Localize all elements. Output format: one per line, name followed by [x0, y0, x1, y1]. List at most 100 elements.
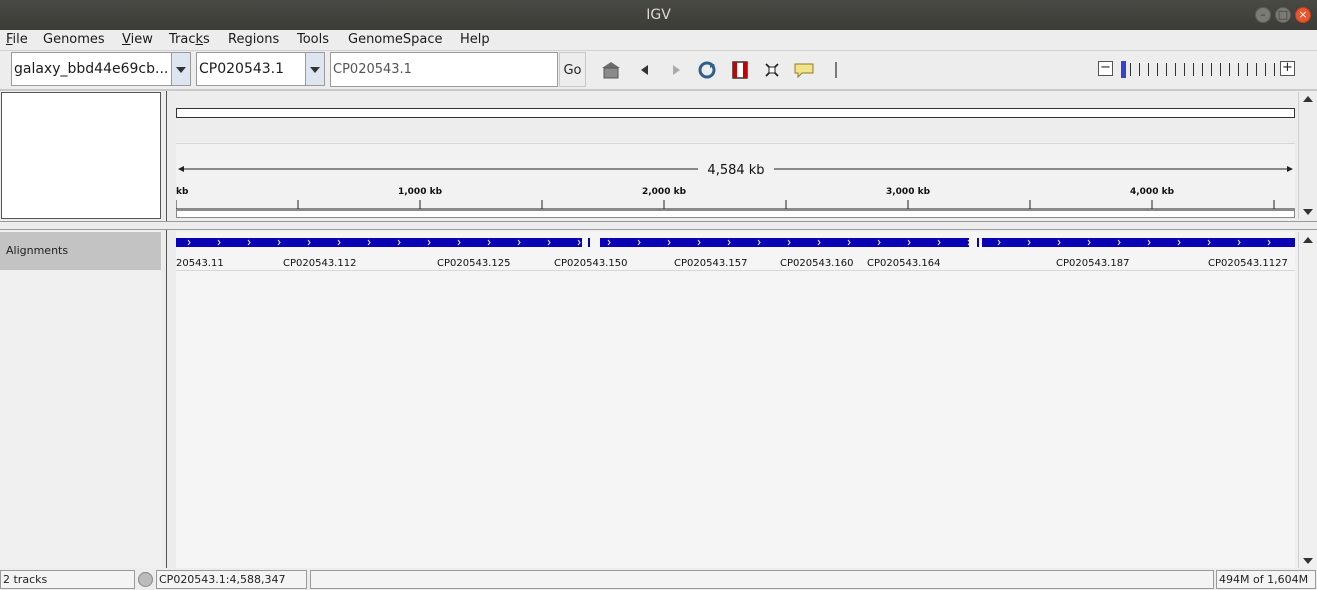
menu-file[interactable]: File	[6, 32, 28, 47]
feature-label[interactable]: CP020543.187	[1056, 258, 1129, 269]
zoom-tick[interactable]	[1247, 63, 1248, 76]
strand-chevron	[1147, 239, 1151, 246]
track-data-panel[interactable]	[176, 232, 1295, 568]
popup-info-icon[interactable]	[793, 60, 815, 80]
strand-chevron	[937, 239, 941, 246]
zoom-tick[interactable]	[1130, 63, 1131, 76]
zoom-tick[interactable]	[1274, 63, 1275, 76]
strand-chevron	[907, 239, 911, 246]
ruler-panel[interactable]: 4,584 kb kb 1,000 kb 2,000 kb 3,000 kb 4,000…	[176, 143, 1295, 218]
scroll-down-icon[interactable]	[1303, 558, 1313, 564]
refresh-icon[interactable]	[696, 60, 718, 80]
forward-icon[interactable]	[665, 60, 687, 80]
menu-regions[interactable]: Regions	[228, 32, 279, 47]
strand-chevron	[427, 239, 431, 246]
chromosome-dropdown[interactable]: CP020543.1	[196, 52, 325, 86]
locus-value: CP020543.1	[333, 62, 412, 77]
feature-label[interactable]: CP020543.164	[867, 258, 940, 269]
scroll-down-icon[interactable]	[1303, 209, 1313, 215]
zoom-tick[interactable]	[1157, 63, 1158, 76]
feature-label[interactable]: CP020543.125	[437, 258, 510, 269]
zoom-tick[interactable]	[1238, 63, 1239, 76]
ruler-tick-label: kb	[176, 187, 189, 197]
zoom-tick[interactable]	[1220, 63, 1221, 76]
maximize-button[interactable]: □	[1275, 7, 1291, 23]
strand-chevron	[1207, 239, 1211, 246]
strand-chevron	[1087, 239, 1091, 246]
panel-splitter[interactable]	[0, 221, 1317, 230]
header-attribute-panel	[162, 91, 176, 221]
strand-chevron	[997, 239, 1001, 246]
menu-view[interactable]: View	[122, 32, 153, 47]
zoom-tick[interactable]	[1265, 63, 1266, 76]
genome-value: galaxy_bbd44e69cb...	[14, 61, 169, 77]
zoom-tick[interactable]	[1211, 63, 1212, 76]
scroll-up-icon[interactable]	[1303, 237, 1313, 243]
header-scrollbar[interactable]	[1298, 92, 1313, 219]
zoom-level-marker[interactable]	[1121, 61, 1126, 78]
feature-label[interactable]: CP020543.1127	[1208, 258, 1288, 269]
feature-label[interactable]: 20543.11	[176, 258, 224, 269]
chromosome-ideogram[interactable]	[176, 108, 1295, 118]
menu-tracks-mnemonic: k	[195, 32, 204, 47]
strand-chevron	[517, 239, 521, 246]
strand-chevron	[1057, 239, 1061, 246]
zoom-tick[interactable]	[1256, 63, 1257, 76]
region-of-interest-icon[interactable]	[729, 60, 751, 80]
strand-chevron	[367, 239, 371, 246]
zoom-tick[interactable]	[1139, 63, 1140, 76]
resize-icon[interactable]	[761, 60, 783, 80]
chevron-down-icon[interactable]	[171, 53, 190, 85]
zoom-in-button[interactable]: +	[1280, 61, 1295, 76]
close-button[interactable]: ×	[1295, 7, 1311, 23]
zoom-tick[interactable]	[1175, 63, 1176, 76]
strand-chevron	[247, 239, 251, 246]
zoom-tick[interactable]	[1148, 63, 1149, 76]
go-button[interactable]: Go	[559, 52, 586, 87]
menu-tracks[interactable]: Tracks	[169, 32, 210, 47]
status-memory: 494M of 1,604M	[1216, 570, 1316, 589]
feature-label[interactable]: CP020543.160	[780, 258, 853, 269]
minimize-icon: –	[1260, 8, 1266, 21]
strand-chevron	[637, 239, 641, 246]
scroll-up-icon[interactable]	[1303, 96, 1313, 102]
strand-chevron	[787, 239, 791, 246]
zoom-out-button[interactable]: −	[1098, 61, 1113, 76]
strand-chevron	[967, 239, 971, 246]
feature-label[interactable]: CP020543.150	[554, 258, 627, 269]
genome-dropdown[interactable]: galaxy_bbd44e69cb...	[11, 52, 191, 86]
back-icon[interactable]	[634, 60, 656, 80]
minimize-button[interactable]: –	[1255, 7, 1271, 23]
feature-label[interactable]: CP020543.112	[283, 258, 356, 269]
zoom-tick[interactable]	[1184, 63, 1185, 76]
menu-tools[interactable]: Tools	[297, 32, 329, 47]
chevron-down-icon[interactable]	[305, 53, 324, 85]
strand-chevron	[1237, 239, 1241, 246]
track-scrollbar[interactable]	[1298, 232, 1313, 568]
menu-bar: File Genomes View Tracks Regions Tools G…	[0, 30, 1317, 50]
strand-chevron	[397, 239, 401, 246]
zoom-tick[interactable]	[1166, 63, 1167, 76]
close-icon: ×	[1298, 8, 1308, 21]
locus-input[interactable]: CP020543.1	[330, 52, 558, 87]
zoom-tick[interactable]	[1202, 63, 1203, 76]
chromosome-value: CP020543.1	[199, 61, 285, 77]
strand-chevron	[337, 239, 341, 246]
ruler-tick-label: 4,000 kb	[1130, 187, 1175, 197]
menu-genomespace[interactable]: GenomeSpace	[348, 32, 443, 47]
ruler-arrow-left-icon	[178, 166, 184, 172]
home-icon[interactable]	[600, 60, 622, 80]
ruler-tick-label: 1,000 kb	[398, 187, 443, 197]
menu-help[interactable]: Help	[460, 32, 490, 47]
menu-genomes[interactable]: Genomes	[43, 32, 105, 47]
menu-tracks-post: s	[203, 32, 210, 47]
feature-label[interactable]: CP020543.157	[674, 258, 747, 269]
track-scrollbar-arrows	[1303, 237, 1313, 564]
zoom-tick[interactable]	[1193, 63, 1194, 76]
strand-chevron	[187, 239, 191, 246]
menu-view-mnemonic: V	[122, 32, 131, 47]
track-name-alignments[interactable]: Alignments	[0, 232, 161, 270]
zoom-tick[interactable]	[1229, 63, 1230, 76]
strand-chevron	[277, 239, 281, 246]
strand-chevron	[1027, 239, 1031, 246]
